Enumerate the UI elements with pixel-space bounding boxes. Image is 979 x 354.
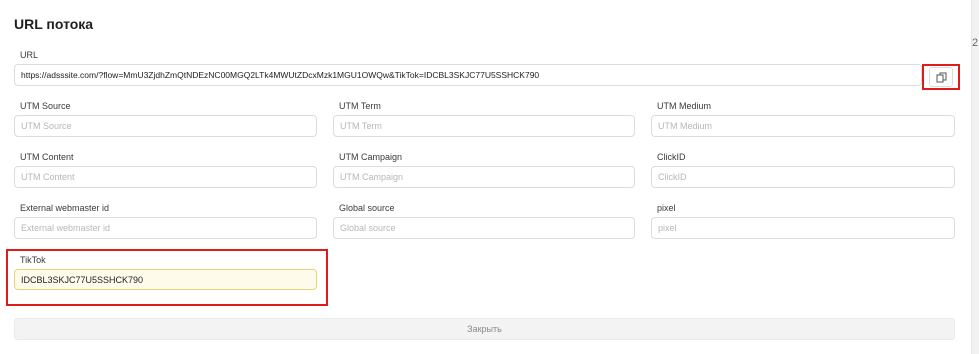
click-id-label: ClickID <box>657 152 686 162</box>
page-edge <box>971 0 979 354</box>
external-webmaster-id-label: External webmaster id <box>20 203 110 213</box>
utm-campaign-label: UTM Campaign <box>339 152 403 162</box>
utm-source-label: UTM Source <box>20 101 71 111</box>
dialog-title: URL потока <box>14 16 94 32</box>
url-field[interactable] <box>14 64 922 86</box>
click-id-input[interactable] <box>651 166 955 188</box>
utm-campaign-input[interactable] <box>333 166 635 188</box>
url-label: URL <box>20 50 39 60</box>
global-source-input[interactable] <box>333 217 635 239</box>
tiktok-input[interactable] <box>14 269 317 290</box>
utm-content-input[interactable] <box>14 166 317 188</box>
pixel-input[interactable] <box>651 217 955 239</box>
copy-url-button[interactable] <box>922 64 960 90</box>
close-button[interactable]: Закрыть <box>14 318 955 340</box>
utm-content-label: UTM Content <box>20 152 74 162</box>
utm-medium-input[interactable] <box>651 115 955 137</box>
global-source-label: Global source <box>339 203 395 213</box>
copy-icon <box>936 72 946 82</box>
tiktok-label: TikTok <box>20 255 46 265</box>
url-dialog: URL потока URL UTM Source UTM Term UTM M… <box>0 0 971 354</box>
external-webmaster-id-input[interactable] <box>14 217 317 239</box>
utm-term-label: UTM Term <box>339 101 381 111</box>
utm-term-input[interactable] <box>333 115 635 137</box>
edge-glyph: 2 <box>972 37 979 49</box>
pixel-label: pixel <box>657 203 676 213</box>
utm-medium-label: UTM Medium <box>657 101 712 111</box>
utm-source-input[interactable] <box>14 115 317 137</box>
